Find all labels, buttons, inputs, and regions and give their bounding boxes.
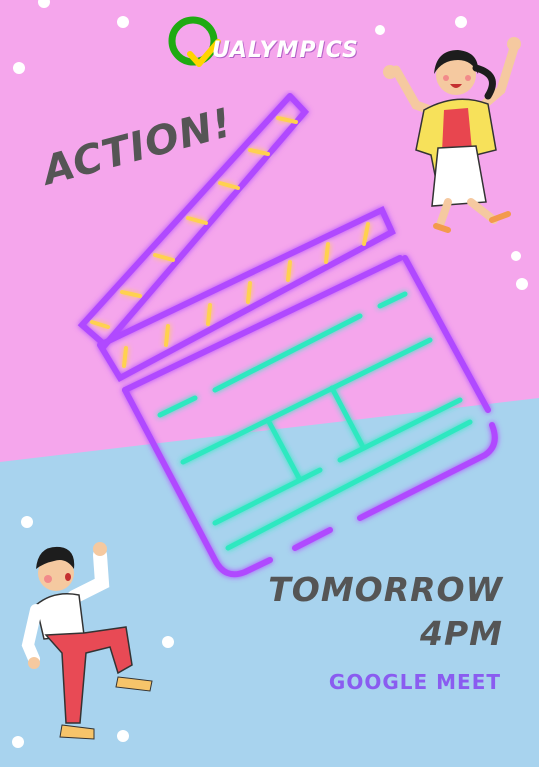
event-day: TOMORROW <box>268 570 503 609</box>
logo-text: UALYMPICS <box>212 38 359 63</box>
event-time: TOMORROW 4PM <box>268 568 503 656</box>
logo: UALYMPICS <box>166 14 366 70</box>
event-venue: GOOGLE MEET <box>328 670 501 694</box>
event-hour: 4PM <box>420 614 503 653</box>
dancing-boy-illustration <box>21 542 153 740</box>
jumping-girl-illustration <box>383 37 521 233</box>
